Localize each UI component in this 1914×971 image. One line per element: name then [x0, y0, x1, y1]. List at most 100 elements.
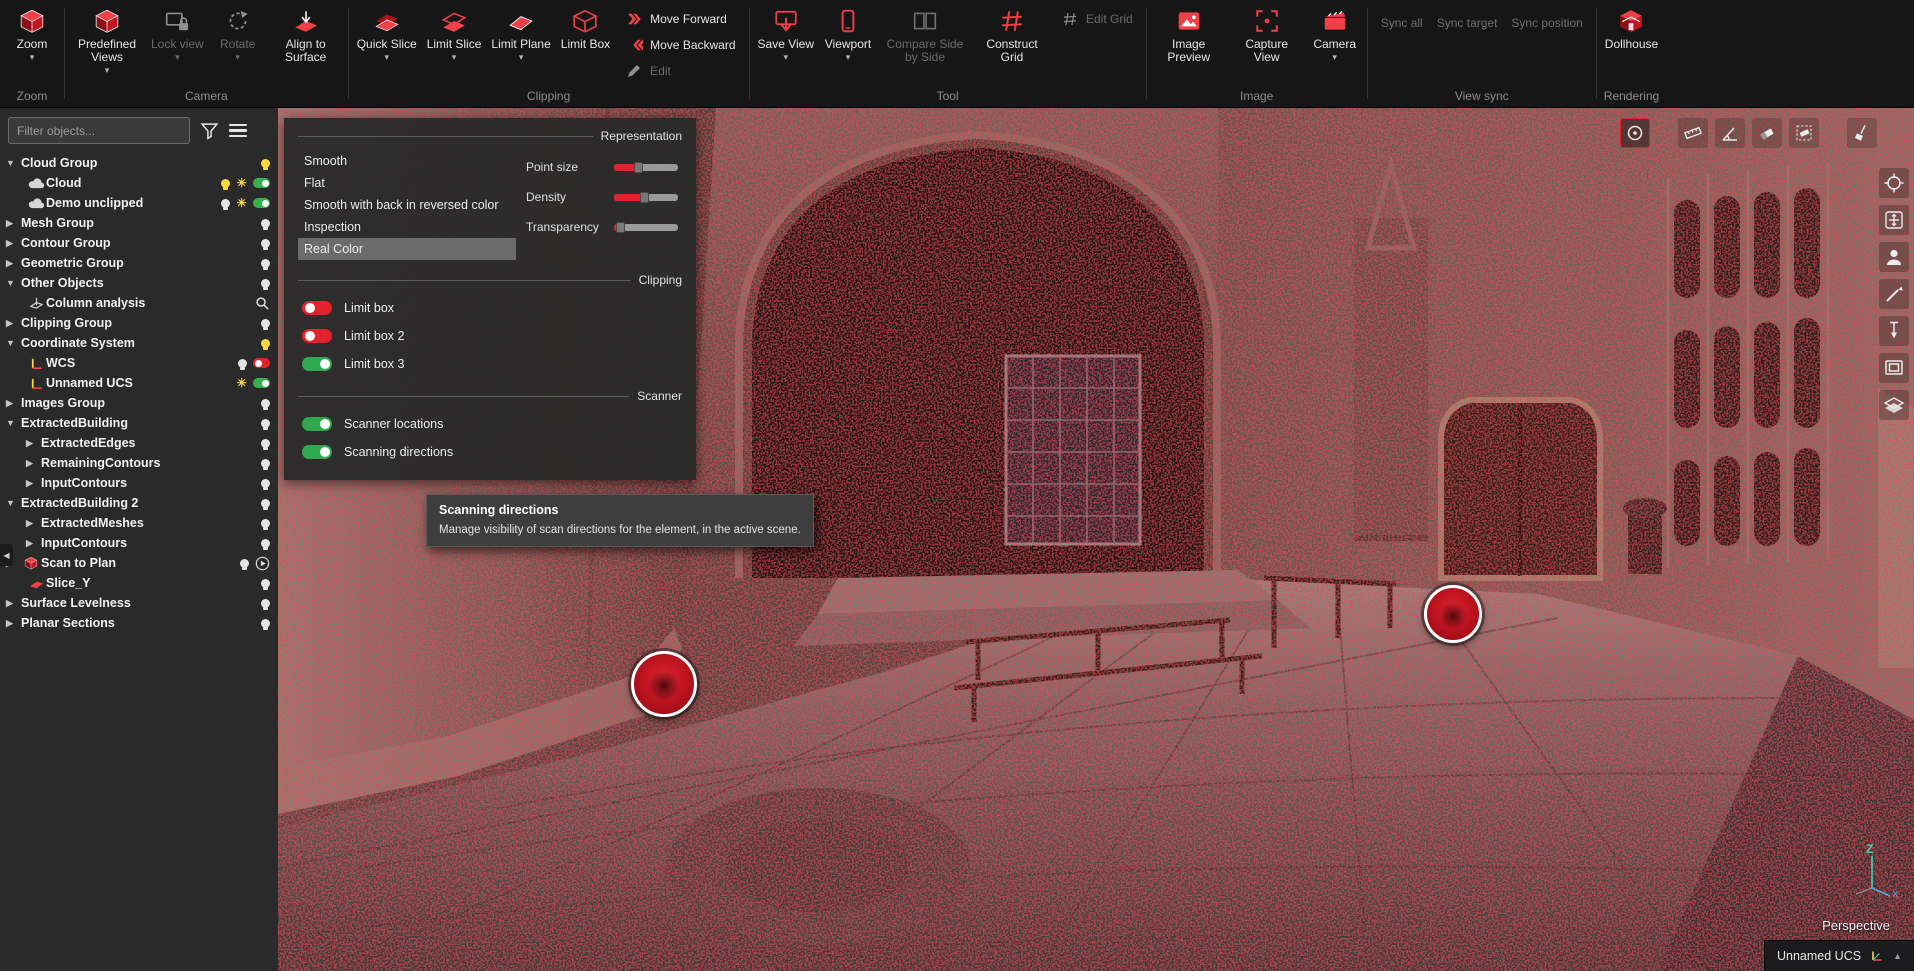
capture-view-button[interactable]: Capture View [1228, 0, 1306, 66]
visibility-bulb-icon[interactable] [261, 419, 270, 428]
orbit-view-button[interactable] [1879, 242, 1909, 272]
move-forward-button[interactable]: Move Forward [619, 6, 741, 32]
viewport-box-button[interactable] [1879, 353, 1909, 383]
visibility-bulb-icon[interactable] [261, 479, 270, 488]
pan-view-button[interactable] [1879, 205, 1909, 235]
scanner-location-marker[interactable] [631, 651, 697, 717]
probe-point-button[interactable] [1620, 118, 1650, 148]
tree-item-contour-group[interactable]: ▶ Contour Group [0, 233, 278, 253]
menu-hamburger-icon[interactable] [229, 124, 247, 138]
expand-arrow-icon[interactable]: ▶ [6, 238, 21, 249]
collapse-arrow-icon[interactable]: ▼ [6, 498, 21, 508]
tree-item-clipping-group[interactable]: ▶ Clipping Group [0, 313, 278, 333]
tree-item-surface-levelness[interactable]: ▶ Surface Levelness [0, 593, 278, 613]
visibility-bulb-icon[interactable] [261, 539, 270, 548]
limit-box-2-toggle[interactable] [302, 329, 332, 343]
visibility-bulb-icon[interactable] [221, 199, 230, 208]
visibility-bulb-icon[interactable] [261, 499, 270, 508]
axis-gizmo[interactable]: Z x [1846, 844, 1898, 902]
tree-item-extractededges[interactable]: ▶ ExtractedEdges [0, 433, 278, 453]
image-preview-button[interactable]: Image Preview [1150, 0, 1228, 66]
scanner-locations-toggle[interactable] [302, 417, 332, 431]
scanner-location-marker[interactable] [1424, 585, 1482, 643]
scanning-directions-toggle[interactable] [302, 445, 332, 459]
construct-grid-button[interactable]: Construct Grid [973, 0, 1051, 66]
draw-pen-button[interactable] [1879, 279, 1909, 309]
predefined-views-button[interactable]: Predefined Views ▾ [68, 0, 146, 77]
tree-item-mesh-group[interactable]: ▶ Mesh Group [0, 213, 278, 233]
visibility-bulb-icon[interactable] [261, 399, 270, 408]
lock-view-button[interactable]: Lock view ▾ [146, 0, 209, 64]
measure-tape-button[interactable] [1678, 118, 1708, 148]
compare-side-by-side-button[interactable]: Compare Side by Side [877, 0, 973, 66]
visibility-bulb-icon[interactable] [261, 599, 270, 608]
ucs-status-bar[interactable]: Unnamed UCS ▲ [1764, 940, 1914, 971]
visibility-bulb-icon[interactable] [261, 319, 270, 328]
representation-mode-inspection[interactable]: Inspection [298, 216, 516, 238]
rotate-button[interactable]: Rotate ▾ [209, 0, 267, 64]
edit-grid-button[interactable]: Edit Grid [1055, 6, 1139, 32]
point-size-slider[interactable] [614, 164, 678, 171]
slider-thumb[interactable] [634, 162, 643, 173]
filter-funnel-icon[interactable] [200, 121, 219, 140]
clean-button[interactable] [1847, 118, 1877, 148]
limit-box-3-toggle[interactable] [302, 357, 332, 371]
dollhouse-button[interactable]: Dollhouse [1600, 0, 1663, 53]
limit-slice-button[interactable]: Limit Slice ▾ [422, 0, 487, 64]
green-toggle-icon[interactable] [253, 198, 270, 208]
save-view-button[interactable]: Save View ▾ [753, 0, 819, 64]
tree-item-extractedbuilding[interactable]: ▼ ExtractedBuilding [0, 413, 278, 433]
sync-all-button[interactable]: Sync all [1381, 16, 1423, 30]
erase-button[interactable] [1752, 118, 1782, 148]
visibility-bulb-icon[interactable] [238, 359, 247, 368]
locate-target-button[interactable] [1879, 168, 1909, 198]
tree-item-extractedmeshes[interactable]: ▶ ExtractedMeshes [0, 513, 278, 533]
limit-plane-button[interactable]: Limit Plane ▾ [486, 0, 555, 64]
tree-item-other-objects[interactable]: ▼ Other Objects [0, 273, 278, 293]
sidebar-collapse-button[interactable]: ◀ [0, 544, 13, 566]
measure-angle-button[interactable] [1715, 118, 1745, 148]
plumb-line-button[interactable] [1879, 316, 1909, 346]
visibility-bulb-icon[interactable] [261, 159, 270, 168]
tree-item-geometric-group[interactable]: ▶ Geometric Group [0, 253, 278, 273]
sync-position-button[interactable]: Sync position [1511, 16, 1582, 30]
tree-item-remainingcontours[interactable]: ▶ RemainingContours [0, 453, 278, 473]
expand-arrow-icon[interactable]: ▶ [26, 458, 41, 469]
expand-arrow-icon[interactable]: ▶ [6, 258, 21, 269]
tree-item-cloud[interactable]: Cloud ☀ [0, 173, 278, 193]
tree-item-scan-to-plan[interactable]: ▶ Scan to Plan [0, 553, 278, 573]
expand-arrow-icon[interactable]: ▶ [6, 598, 21, 609]
limit-box-button[interactable]: Limit Box [556, 0, 615, 53]
visibility-bulb-icon[interactable] [261, 339, 270, 348]
tree-item-coordinate-system[interactable]: ▼ Coordinate System [0, 333, 278, 353]
viewport-button[interactable]: Viewport ▾ [819, 0, 877, 64]
collapse-arrow-icon[interactable]: ▼ [6, 418, 21, 428]
zoom-button[interactable]: Zoom ▾ [3, 0, 61, 64]
representation-mode-smooth-reversed[interactable]: Smooth with back in reversed color [298, 194, 516, 216]
erase-area-button[interactable] [1789, 118, 1819, 148]
representation-mode-flat[interactable]: Flat [298, 172, 516, 194]
tree-item-cloud-group[interactable]: ▼ Cloud Group [0, 153, 278, 173]
expand-arrow-icon[interactable]: ▶ [26, 518, 41, 529]
visibility-bulb-icon[interactable] [261, 459, 270, 468]
tree-item-demo-unclipped[interactable]: Demo unclipped ☀ [0, 193, 278, 213]
visibility-bulb-icon[interactable] [261, 259, 270, 268]
tree-item-inputcontours[interactable]: ▶ InputContours [0, 473, 278, 493]
edit-clipping-button[interactable]: Edit [619, 58, 741, 84]
expand-arrow-icon[interactable]: ▶ [26, 538, 41, 549]
section-planes-button[interactable] [1879, 390, 1909, 420]
magnifier-icon[interactable] [255, 296, 270, 311]
3d-viewport[interactable]: Representation Smooth Flat Smooth with b… [278, 108, 1914, 971]
tree-item-slice-y[interactable]: Slice_Y [0, 573, 278, 593]
tree-item-wcs[interactable]: WCS [0, 353, 278, 373]
play-circle-icon[interactable] [255, 556, 270, 571]
sun-icon[interactable]: ☀ [236, 177, 247, 189]
slider-thumb[interactable] [640, 192, 649, 203]
tree-item-planar-sections[interactable]: ▶ Planar Sections [0, 613, 278, 633]
red-toggle-icon[interactable] [253, 358, 270, 368]
transparency-slider[interactable] [614, 224, 678, 231]
visibility-bulb-icon[interactable] [261, 219, 270, 228]
collapse-arrow-icon[interactable]: ▼ [6, 338, 21, 348]
green-toggle-icon[interactable] [253, 378, 270, 388]
limit-box-toggle[interactable] [302, 301, 332, 315]
